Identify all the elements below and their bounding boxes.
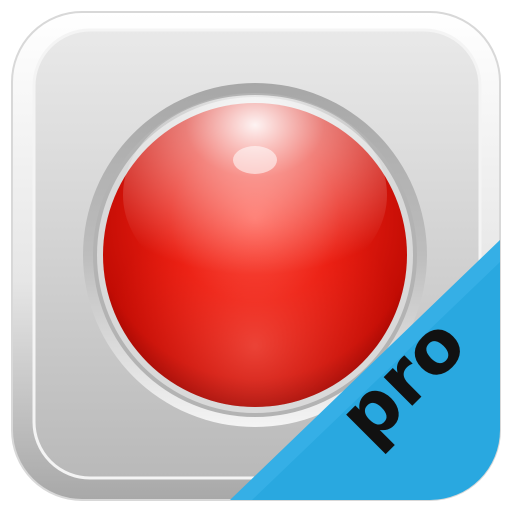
app-icon[interactable]: pro (0, 0, 512, 512)
pro-badge-label: pro (322, 300, 482, 460)
pro-badge-text-layer: pro (322, 300, 482, 460)
